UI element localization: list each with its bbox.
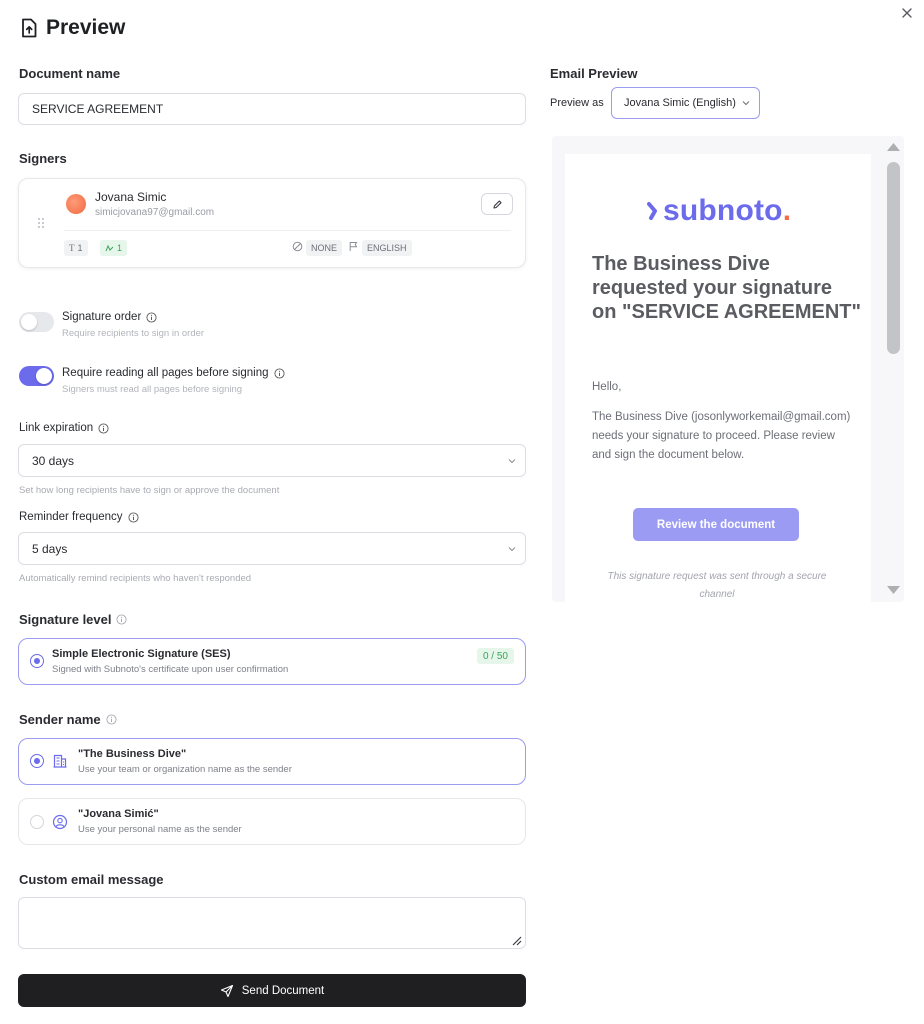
authentication-badge: NONE (306, 240, 343, 256)
link-expiration-hint: Set how long recipients have to sign or … (19, 485, 280, 496)
send-document-button[interactable]: Send Document (18, 974, 526, 1007)
require-reading-toggle[interactable] (19, 366, 54, 386)
signature-level-ses-option[interactable]: Simple Electronic Signature (SES) Signed… (18, 638, 526, 685)
user-circle-icon (52, 814, 68, 830)
subnoto-logo: subnoto. (647, 194, 791, 228)
close-icon (902, 8, 912, 18)
document-name-label: Document name (19, 66, 121, 81)
signers-label: Signers (19, 151, 67, 166)
preview-as-label: Preview as (550, 97, 604, 109)
language-flag-icon (349, 242, 358, 251)
building-icon (53, 754, 67, 768)
scroll-down-arrow-icon[interactable] (885, 583, 902, 597)
text-field-icon: T (69, 243, 75, 253)
signature-level-subtitle: Signed with Subnoto's certificate upon u… (52, 664, 289, 675)
sender-team-radio[interactable] (30, 754, 44, 768)
reminder-frequency-select[interactable]: 5 days (18, 532, 526, 565)
email-body: The Business Dive (josonlyworkemail@gmai… (592, 411, 851, 461)
sender-personal-title: "Jovana Simić" (78, 808, 159, 820)
divider (64, 230, 511, 231)
signer-name: Jovana Simic (95, 190, 167, 204)
signature-level-title: Simple Electronic Signature (SES) (52, 648, 231, 660)
link-expiration-label: Link expiration (19, 422, 109, 434)
require-reading-subtitle: Signers must read all pages before signi… (62, 384, 243, 395)
sender-personal-radio[interactable] (30, 815, 44, 829)
signature-order-title: Signature order (62, 311, 157, 323)
signer-card: Jovana Simic simicjovana97@gmail.com T 1… (18, 178, 526, 268)
resize-grip-icon[interactable] (510, 934, 522, 946)
email-footer: This signature request was sent through … (607, 571, 827, 600)
send-icon (220, 984, 233, 997)
info-icon[interactable] (98, 422, 109, 434)
document-upload-icon (22, 18, 37, 38)
email-greeting: Hello, (592, 381, 622, 393)
edit-signer-button[interactable] (481, 193, 513, 215)
toggle-knob (21, 314, 37, 330)
drag-handle-icon[interactable] (37, 217, 45, 229)
review-document-button[interactable]: Review the document (633, 508, 799, 541)
chevron-down-icon (508, 458, 516, 463)
authentication-icon (292, 241, 303, 252)
require-reading-title: Require reading all pages before signing (62, 367, 285, 379)
close-button[interactable] (898, 4, 916, 22)
sender-team-option[interactable]: "The Business Dive" Use your team or org… (18, 738, 526, 785)
signature-field-count-badge: 1 (100, 240, 128, 256)
toggle-knob (36, 368, 52, 384)
email-preview-frame: subnoto. The Business Dive requested you… (552, 136, 904, 602)
info-icon[interactable] (273, 367, 285, 379)
sender-personal-option[interactable]: "Jovana Simić" Use your personal name as… (18, 798, 526, 845)
signature-count-badge: 0 / 50 (476, 648, 514, 664)
document-name-value: SERVICE AGREEMENT (32, 102, 164, 116)
link-expiration-select[interactable]: 30 days (18, 444, 526, 477)
chevron-down-icon (742, 101, 750, 106)
signer-email: simicjovana97@gmail.com (95, 207, 215, 218)
page-title: Preview (46, 16, 126, 39)
language-badge: ENGLISH (362, 240, 412, 256)
custom-message-textarea[interactable] (18, 897, 526, 949)
reminder-frequency-hint: Automatically remind recipients who have… (19, 573, 252, 584)
email-headline: The Business Dive requested your signatu… (592, 253, 861, 323)
reminder-frequency-value: 5 days (32, 541, 68, 556)
page-header: Preview (20, 16, 125, 40)
info-icon[interactable] (116, 614, 128, 625)
preview-as-value: Jovana Simic (English) (624, 97, 736, 109)
avatar (66, 194, 86, 214)
subnoto-mark-icon (647, 202, 657, 220)
chevron-down-icon (508, 546, 516, 551)
signature-level-label: Signature level (19, 612, 128, 627)
document-name-input[interactable]: SERVICE AGREEMENT (18, 93, 526, 125)
email-preview-label: Email Preview (550, 66, 638, 81)
text-field-count-badge: T 1 (64, 240, 88, 256)
pencil-icon (492, 199, 502, 209)
scroll-up-arrow-icon[interactable] (885, 140, 902, 154)
signature-order-subtitle: Require recipients to sign in order (62, 328, 205, 339)
info-icon[interactable] (106, 714, 117, 725)
link-expiration-value: 30 days (32, 453, 75, 468)
sender-team-title: "The Business Dive" (78, 748, 187, 760)
preview-scrollbar-thumb[interactable] (887, 162, 900, 354)
custom-message-label: Custom email message (19, 872, 164, 887)
sender-personal-subtitle: Use your personal name as the sender (78, 824, 242, 835)
sender-name-label: Sender name (19, 712, 117, 727)
signature-level-radio[interactable] (30, 654, 44, 668)
reminder-frequency-label: Reminder frequency (19, 511, 139, 523)
info-icon[interactable] (146, 311, 157, 323)
sender-team-subtitle: Use your team or organization name as th… (78, 764, 292, 775)
signature-order-toggle[interactable] (19, 312, 54, 332)
preview-as-select[interactable]: Jovana Simic (English) (611, 87, 760, 119)
signature-field-icon (105, 244, 114, 251)
email-card: subnoto. The Business Dive requested you… (565, 154, 871, 602)
info-icon[interactable] (128, 511, 139, 523)
